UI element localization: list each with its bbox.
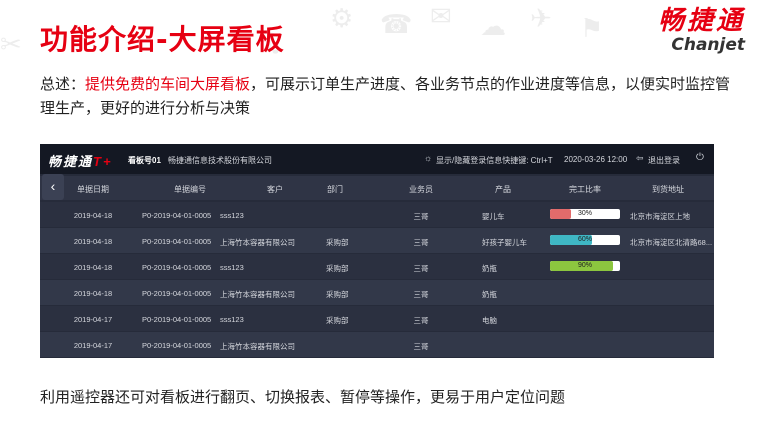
- shortcut-hint: 显示/隐藏登录信息快捷键: Ctrl+T: [436, 156, 553, 165]
- table-cell-product: 奶瓶: [482, 290, 497, 299]
- logout-button[interactable]: 退出登录: [648, 155, 680, 166]
- table-cell-staff: 三哥: [413, 342, 429, 351]
- table-cell-customer: 上海竹本容器有限公司: [220, 290, 295, 299]
- table-cell-product: 电脑: [482, 316, 497, 325]
- board-number: 看板号01: [128, 156, 161, 165]
- brand-logo: 畅捷通 Chanjet: [658, 6, 745, 54]
- column-header: 到货地址: [652, 185, 684, 194]
- table-cell-product: 奶瓶: [482, 264, 497, 273]
- table-cell-customer: sss123: [220, 263, 244, 272]
- dashboard-logo: 畅捷通T+: [48, 154, 113, 169]
- table-cell-address: 北京市海淀区上地: [630, 212, 690, 221]
- progress-bar: 90%: [550, 261, 620, 271]
- progress-label: 30%: [577, 210, 592, 217]
- table-cell-product: 婴儿车: [482, 212, 505, 221]
- table-cell-date: 2019-04-18: [73, 289, 113, 298]
- progress-label: 60%: [577, 236, 592, 243]
- table-cell-date: 2019-04-17: [73, 315, 113, 324]
- table-cell-date: 2019-04-18: [73, 211, 113, 220]
- column-header: 产品: [495, 185, 511, 194]
- table-cell-address: 北京市海淀区北清路68...: [630, 238, 713, 247]
- dashboard-screenshot: 畅捷通T+ 看板号01 畅捷通信息技术股份有限公司 ☼ 显示/隐藏登录信息快捷键…: [40, 144, 714, 358]
- column-header: 单据日期: [77, 185, 109, 194]
- table-cell-staff: 三哥: [413, 290, 429, 299]
- table-cell-customer: sss123: [220, 315, 244, 324]
- table-cell-dept: 采购部: [326, 238, 349, 247]
- power-icon[interactable]: ⏻: [696, 152, 704, 163]
- table-row: 2019-04-17 P0-2019-04-01-0005 sss123 采购部 三哥电…: [40, 306, 714, 331]
- table-cell-date: 2019-04-18: [73, 237, 113, 246]
- table-row: 2019-04-18 P0-2019-04-01-0005 sss123 三哥 婴儿车北…: [40, 202, 714, 227]
- column-header: 业务员: [409, 185, 433, 194]
- brand-name-en: Chanjet: [671, 35, 745, 55]
- table-cell-product: 好孩子婴儿车: [482, 238, 527, 247]
- summary-text: 总述：提供免费的车间大屏看板，可展示订单生产进度、各业务节点的作业进度等信息，以…: [40, 72, 740, 120]
- brand-name-cn: 畅捷通: [657, 6, 745, 36]
- footer-text: 利用遥控器还可对看板进行翻页、切换报表、暂停等操作，更易于用户定位问题: [40, 388, 566, 406]
- table-cell-date: 2019-04-17: [73, 341, 113, 350]
- summary-prefix: 总述：: [40, 75, 86, 93]
- progress-bar: 30%: [550, 209, 620, 219]
- column-header: 单据编号: [174, 185, 206, 194]
- table-cell-staff: 三哥: [413, 316, 429, 325]
- table-cell-date: 2019-04-18: [73, 263, 113, 272]
- table-cell-dept: 采购部: [326, 290, 349, 299]
- dashboard-topbar: 畅捷通T+ 看板号01 畅捷通信息技术股份有限公司 ☼ 显示/隐藏登录信息快捷键…: [40, 144, 714, 174]
- table-row: 2019-04-18 P0-2019-04-01-0005 sss123 采购部 三哥奶…: [40, 254, 714, 279]
- column-header: 部门: [327, 185, 343, 194]
- chevron-left-icon: ‹: [50, 178, 56, 194]
- datetime-display: 2020-03-26 12:00: [564, 155, 628, 164]
- dashboard-logo-tplus: T+: [93, 154, 113, 169]
- back-button[interactable]: ‹: [42, 174, 64, 200]
- table-cell-dept: 采购部: [326, 316, 349, 325]
- table-row: 2019-04-18 P0-2019-04-01-0005 上海竹本容器有限公司 采购…: [40, 280, 714, 305]
- column-header: 客户: [267, 185, 283, 194]
- slide-title: 功能介绍-大屏看板: [40, 23, 285, 56]
- company-name: 畅捷通信息技术股份有限公司: [168, 156, 272, 165]
- table-cell-dept: 采购部: [326, 264, 349, 273]
- table-cell-staff: 三哥: [413, 238, 429, 247]
- lightbulb-icon: ☼: [424, 153, 433, 163]
- table-cell-customer: sss123: [220, 211, 244, 220]
- table-cell-staff: 三哥: [413, 264, 429, 273]
- table-cell-staff: 三哥: [413, 212, 429, 221]
- table-row: 2019-04-18 P0-2019-04-01-0005 上海竹本容器有限公司 采购…: [40, 228, 714, 253]
- summary-highlight: 提供免费的车间大屏看板: [85, 75, 251, 93]
- table-header: 单据日期 单据编号 客户 部门 业务员 产品 完工比率 到货地址: [40, 176, 714, 200]
- progress-bar: 60%: [550, 235, 620, 245]
- table-cell-customer: 上海竹本容器有限公司: [220, 238, 295, 247]
- logout-icon[interactable]: ⇦: [636, 153, 644, 164]
- column-header: 完工比率: [569, 185, 601, 194]
- table-row: 2019-04-17 P0-2019-04-01-0005 上海竹本容器有限公司 三哥: [40, 332, 714, 357]
- table-cell-customer: 上海竹本容器有限公司: [220, 342, 295, 351]
- progress-label: 90%: [577, 262, 592, 269]
